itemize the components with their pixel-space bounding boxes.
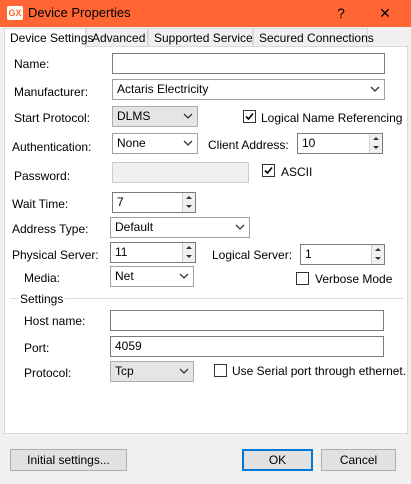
ascii-checkbox[interactable] [262,164,275,177]
logical-name-referencing-label: Logical Name Referencing [261,111,403,125]
address-type-combo[interactable]: Default [110,217,250,238]
tab-supported-services[interactable]: Supported Services [148,28,259,47]
verbose-mode-checkbox[interactable] [296,272,309,285]
help-button[interactable]: ? [327,3,355,23]
tab-device-settings[interactable]: Device Settings [4,28,93,48]
chevron-down-icon [370,86,380,92]
protocol-combo[interactable]: Tcp [110,361,194,382]
spin-down-icon[interactable] [183,202,195,211]
chevron-down-icon [183,113,193,119]
password-input[interactable] [112,162,249,183]
spin-up-icon[interactable] [183,193,195,202]
tab-advanced[interactable]: Advanced [86,28,148,47]
media-label: Media: [24,271,61,285]
physical-server-spinner[interactable]: 11 [110,242,196,263]
logical-server-value: 1 [305,247,312,261]
wait-time-value: 7 [117,195,124,209]
settings-group-label: Settings [18,292,66,306]
start-protocol-combo[interactable]: DLMS [112,106,198,127]
client-address-label: Client Address: [208,138,289,152]
chevron-down-icon [235,224,245,230]
address-type-value: Default [115,220,154,234]
spin-up-icon[interactable] [370,134,382,143]
wait-time-label: Wait Time: [12,197,69,211]
host-name-label: Host name: [24,314,86,328]
logical-server-label: Logical Server: [212,248,293,262]
use-serial-label: Use Serial port through ethernet. [232,364,407,378]
start-protocol-value: DLMS [117,109,151,123]
ascii-label: ASCII [281,165,313,179]
name-input[interactable] [112,53,385,74]
port-label: Port: [24,341,50,355]
chevron-down-icon [183,140,193,146]
app-logo-icon: GX [7,6,23,20]
close-button[interactable]: ✕ [371,3,399,23]
settings-group-line [10,298,404,299]
client-address-spinner[interactable]: 10 [297,133,383,154]
window-title: Device Properties [28,5,131,20]
verbose-mode-label: Verbose Mode [315,272,393,286]
start-protocol-label: Start Protocol: [14,111,91,125]
physical-server-value: 11 [115,245,128,259]
manufacturer-combo[interactable]: Actaris Electricity [112,79,385,100]
port-input[interactable]: 4059 [110,336,384,357]
spin-down-icon[interactable] [183,252,195,261]
protocol-label: Protocol: [24,366,72,380]
media-value: Net [115,269,134,283]
checkmark-icon [264,166,273,175]
address-type-label: Address Type: [12,222,89,236]
authentication-value: None [117,136,146,150]
password-label: Password: [14,169,71,183]
logical-server-spinner[interactable]: 1 [300,244,385,265]
use-serial-checkbox[interactable] [214,364,227,377]
client-address-value: 10 [302,136,316,150]
wait-time-spinner[interactable]: 7 [112,192,196,213]
protocol-value: Tcp [115,364,134,378]
media-combo[interactable]: Net [110,266,194,287]
spin-down-icon[interactable] [370,143,382,152]
logical-name-referencing-checkbox[interactable] [243,110,256,123]
tab-secured-connections[interactable]: Secured Connections [253,28,374,47]
spin-up-icon[interactable] [183,243,195,252]
chevron-down-icon [179,273,189,279]
authentication-combo[interactable]: None [112,133,198,154]
host-name-input[interactable] [110,310,384,331]
manufacturer-value: Actaris Electricity [117,82,209,96]
manufacturer-label: Manufacturer: [14,85,89,99]
spin-up-icon[interactable] [372,245,384,254]
authentication-label: Authentication: [12,140,92,154]
chevron-down-icon [179,368,189,374]
checkmark-icon [245,112,254,121]
initial-settings-button[interactable]: Initial settings... [10,449,127,471]
physical-server-label: Physical Server: [12,248,99,262]
cancel-button[interactable]: Cancel [321,449,396,471]
ok-button[interactable]: OK [242,449,313,471]
name-label: Name: [14,57,50,71]
spin-down-icon[interactable] [372,254,384,263]
